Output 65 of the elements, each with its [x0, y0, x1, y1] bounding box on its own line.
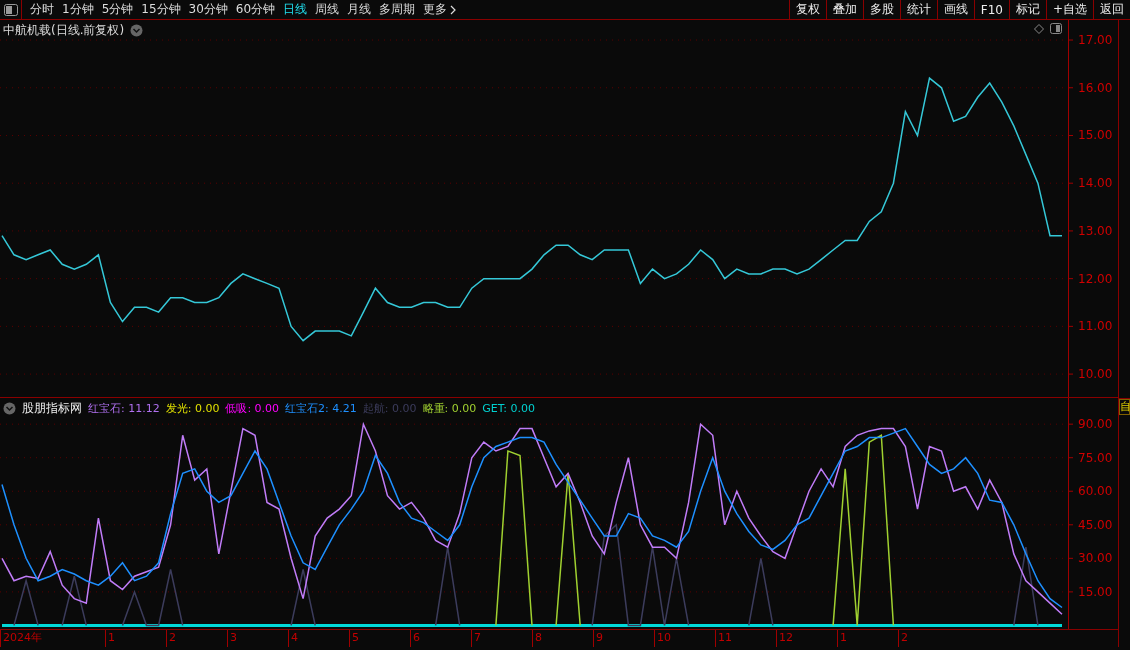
axis-label: 2 [901, 631, 908, 644]
axis-label: 3 [230, 631, 237, 644]
period-tab[interactable]: 60分钟 [231, 1, 280, 18]
indicator-value: 红宝石: 11.12 [88, 401, 160, 416]
period-tab[interactable]: 多周期 [375, 1, 420, 18]
axis-label: 14.00 [1078, 176, 1113, 191]
period-tab[interactable]: 日线 [279, 1, 312, 18]
axis-label: 9 [596, 631, 603, 644]
axis-label: 7 [474, 631, 481, 644]
panel-icon [3, 3, 18, 16]
toolbar-button[interactable]: 叠加 [825, 0, 863, 19]
side-label: 自 [1119, 399, 1130, 415]
axis-label: 2 [169, 631, 176, 644]
axis-label: 1 [108, 631, 115, 644]
axis-label: 5 [352, 631, 359, 644]
panel-icon [1050, 23, 1062, 34]
indicator-name: 股朋指标网 [22, 400, 82, 417]
axis-label: 16.00 [1078, 80, 1113, 95]
period-tab[interactable]: 更多 [419, 1, 461, 18]
period-tab[interactable]: 15分钟 [137, 1, 185, 18]
toolbar-button[interactable]: 画线 [936, 0, 974, 19]
axis-label: 4 [291, 631, 298, 644]
chevron-right-icon [450, 4, 457, 15]
axis-label: 15.00 [1078, 584, 1113, 599]
diamond-icon [1034, 23, 1044, 34]
axis-label: 60.00 [1078, 484, 1113, 499]
axis-label: 90.00 [1078, 417, 1113, 432]
axis-label: 45.00 [1078, 517, 1113, 532]
indicator-value: 红宝石2: 4.21 [285, 401, 357, 416]
toolbar-button[interactable]: 统计 [899, 0, 937, 19]
axis-label: 15.00 [1078, 128, 1113, 143]
axis-label: 11 [718, 631, 732, 644]
toolbar-button[interactable]: F10 [973, 0, 1009, 19]
axis-label: 2024年 [3, 631, 42, 644]
indicator-value: 起航: 0.00 [362, 401, 417, 416]
toolbar-button[interactable]: 多股 [862, 0, 900, 19]
axis-label: 8 [535, 631, 542, 644]
axis-label: 11.00 [1078, 319, 1113, 334]
period-tab[interactable]: 月线 [343, 1, 376, 18]
indicator-value: 略重: 0.00 [422, 401, 477, 416]
axis-label: 75.00 [1078, 450, 1113, 465]
toolbar-button[interactable]: 返回 [1093, 0, 1130, 19]
period-tab[interactable]: 1分钟 [58, 1, 98, 18]
axis-label: 13.00 [1078, 223, 1113, 238]
toolbar-button[interactable]: 标记 [1008, 0, 1046, 19]
toolbar-button[interactable]: 复权 [788, 0, 826, 19]
axis-label: 12 [779, 631, 793, 644]
toolbar-button[interactable]: +自选 [1045, 0, 1093, 19]
dropdown-icon [3, 402, 16, 415]
indicator-value: 低吸: 0.00 [225, 401, 280, 416]
chart-title: 中航机载(日线.前复权) [3, 22, 125, 39]
period-tab[interactable]: 周线 [311, 1, 344, 18]
axis-label: 1 [840, 631, 847, 644]
period-tab[interactable]: 30分钟 [184, 1, 232, 18]
axis-label: 6 [413, 631, 420, 644]
indicator-value: GET: 0.00 [482, 402, 535, 415]
axis-label: 10 [657, 631, 671, 644]
axis-label: 17.00 [1078, 33, 1113, 48]
axis-label: 10.00 [1078, 367, 1113, 382]
dropdown-icon [130, 24, 144, 37]
indicator-value: 发光: 0.00 [165, 401, 220, 416]
axis-label: 30.00 [1078, 551, 1113, 566]
period-tab[interactable]: 5分钟 [97, 1, 138, 18]
axis-label: 12.00 [1078, 271, 1113, 286]
period-tab[interactable]: 分时 [26, 1, 58, 18]
